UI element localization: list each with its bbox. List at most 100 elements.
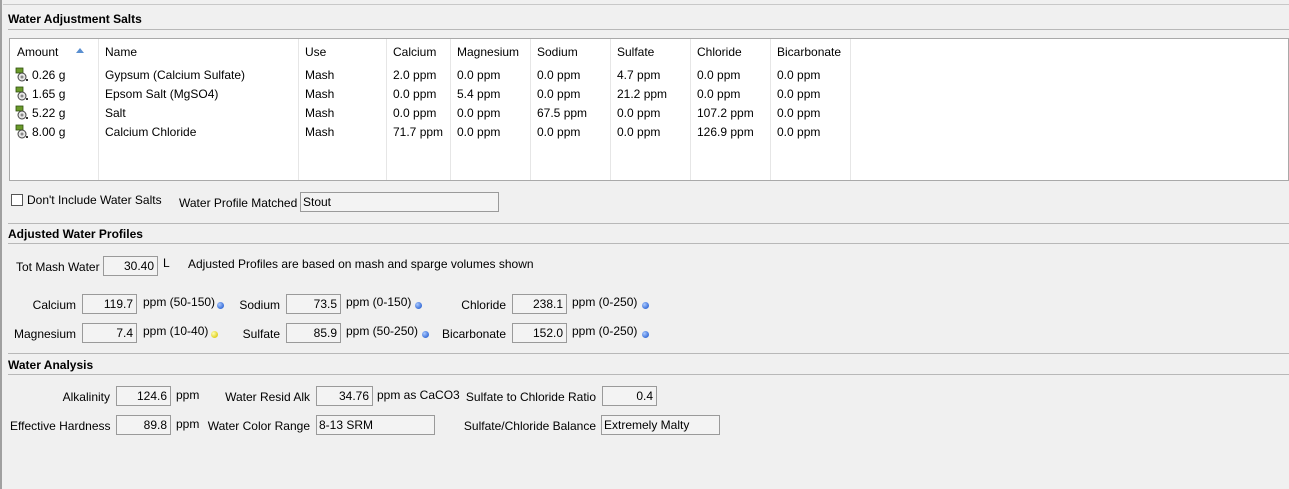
tot-mash-water-field[interactable]: 30.40 bbox=[103, 256, 158, 276]
alkalinity-label: Alkalinity bbox=[62, 390, 110, 404]
magnesium-status-icon bbox=[211, 331, 218, 338]
cell-sulfate: 4.7 ppm bbox=[617, 68, 661, 82]
calcium-field[interactable]: 119.7 bbox=[82, 294, 137, 314]
column-header-use[interactable]: Use bbox=[305, 45, 326, 59]
balance-field[interactable]: Extremely Malty bbox=[601, 415, 720, 435]
section-title-salts: Water Adjustment Salts bbox=[8, 12, 142, 26]
ratio-field[interactable]: 0.4 bbox=[602, 386, 657, 406]
chloride-range: ppm (0-250) bbox=[572, 295, 638, 309]
magnesium-field[interactable]: 7.4 bbox=[82, 323, 137, 343]
tot-mash-water-unit: L bbox=[163, 256, 170, 270]
color-range-label: Water Color Range bbox=[207, 419, 310, 433]
cell-magnesium: 0.0 ppm bbox=[457, 68, 501, 82]
section-title-analysis: Water Analysis bbox=[8, 358, 94, 372]
cell-magnesium: 0.0 ppm bbox=[457, 106, 501, 120]
column-header-chloride[interactable]: Chloride bbox=[697, 45, 742, 59]
cell-sodium: 0.0 ppm bbox=[537, 125, 581, 139]
calcium-range: ppm (50-150) bbox=[143, 295, 216, 309]
hardness-label: Effective Hardness bbox=[10, 419, 111, 433]
bicarbonate-range: ppm (0-250) bbox=[572, 324, 638, 338]
column-header-amount[interactable]: Amount bbox=[17, 45, 58, 59]
column-header-bicarbonate[interactable]: Bicarbonate bbox=[777, 45, 841, 59]
chloride-label: Chloride bbox=[461, 298, 506, 312]
sodium-field[interactable]: 73.5 bbox=[286, 294, 341, 314]
column-header-name[interactable]: Name bbox=[105, 45, 137, 59]
adjusted-profiles-note: Adjusted Profiles are based on mash and … bbox=[188, 257, 534, 271]
cell-bicarbonate: 0.0 ppm bbox=[777, 87, 821, 101]
calcium-status-icon bbox=[217, 302, 224, 309]
profile-matched-label: Water Profile Matched bbox=[179, 196, 298, 210]
profile-matched-field[interactable]: Stout bbox=[300, 192, 499, 212]
cell-amount: 8.00 g bbox=[32, 125, 66, 139]
table-row[interactable]: 8.00 g Calcium Chloride Mash 71.7 ppm 0.… bbox=[10, 123, 1288, 142]
hardness-unit: ppm bbox=[176, 417, 200, 431]
column-header-sodium[interactable]: Sodium bbox=[537, 45, 578, 59]
cell-chloride: 126.9 ppm bbox=[697, 125, 754, 139]
chloride-status-icon bbox=[642, 302, 649, 309]
cell-calcium: 0.0 ppm bbox=[393, 87, 437, 101]
section-title-adjusted: Adjusted Water Profiles bbox=[8, 227, 143, 241]
cell-amount: 5.22 g bbox=[32, 106, 66, 120]
resid-alk-field[interactable]: 34.76 bbox=[316, 386, 373, 406]
section-divider bbox=[8, 243, 1289, 244]
salts-table[interactable]: Amount Name Use Calcium Magnesium Sodium… bbox=[9, 38, 1289, 181]
cell-use: Mash bbox=[305, 68, 335, 82]
cell-sodium: 0.0 ppm bbox=[537, 68, 581, 82]
dont-include-salts-label[interactable]: Don't Include Water Salts bbox=[27, 193, 162, 207]
cell-name: Salt bbox=[105, 106, 126, 120]
sulfate-range: ppm (50-250) bbox=[346, 324, 419, 338]
bicarbonate-field[interactable]: 152.0 bbox=[512, 323, 567, 343]
cell-use: Mash bbox=[305, 125, 335, 139]
table-row[interactable]: 0.26 g Gypsum (Calcium Sulfate) Mash 2.0… bbox=[10, 66, 1288, 85]
section-divider bbox=[8, 223, 1289, 224]
cell-sodium: 67.5 ppm bbox=[537, 106, 588, 120]
bicarbonate-label: Bicarbonate bbox=[441, 327, 506, 341]
top-divider bbox=[3, 4, 1289, 5]
column-header-sulfate[interactable]: Sulfate bbox=[617, 45, 654, 59]
cell-magnesium: 0.0 ppm bbox=[457, 125, 501, 139]
color-range-field[interactable]: 8-13 SRM bbox=[316, 415, 435, 435]
cell-chloride: 0.0 ppm bbox=[697, 87, 741, 101]
magnesium-range: ppm (10-40) bbox=[143, 324, 209, 338]
sulfate-field[interactable]: 85.9 bbox=[286, 323, 341, 343]
sodium-status-icon bbox=[415, 302, 422, 309]
tot-mash-water-label: Tot Mash Water bbox=[16, 260, 100, 274]
cell-name: Calcium Chloride bbox=[105, 125, 197, 139]
cell-amount: 0.26 g bbox=[32, 68, 66, 82]
sodium-label: Sodium bbox=[239, 298, 280, 312]
water-salt-icon bbox=[15, 124, 28, 139]
section-divider bbox=[8, 29, 1289, 30]
hardness-field[interactable]: 89.8 bbox=[116, 415, 171, 435]
column-header-calcium[interactable]: Calcium bbox=[393, 45, 436, 59]
cell-bicarbonate: 0.0 ppm bbox=[777, 125, 821, 139]
sulfate-label: Sulfate bbox=[242, 327, 280, 341]
resid-alk-unit: ppm as CaCO3 bbox=[377, 388, 460, 402]
cell-bicarbonate: 0.0 ppm bbox=[777, 106, 821, 120]
cell-chloride: 107.2 ppm bbox=[697, 106, 754, 120]
balance-label: Sulfate/Chloride Balance bbox=[463, 419, 596, 433]
bicarbonate-status-icon bbox=[642, 331, 649, 338]
cell-amount: 1.65 g bbox=[32, 87, 66, 101]
calcium-label: Calcium bbox=[32, 298, 76, 312]
dont-include-salts-checkbox[interactable] bbox=[11, 194, 23, 206]
cell-calcium: 2.0 ppm bbox=[393, 68, 437, 82]
resid-alk-label: Water Resid Alk bbox=[225, 390, 310, 404]
ratio-label: Sulfate to Chloride Ratio bbox=[465, 390, 596, 404]
sodium-range: ppm (0-150) bbox=[346, 295, 412, 309]
cell-sulfate: 0.0 ppm bbox=[617, 125, 661, 139]
section-divider bbox=[8, 353, 1289, 354]
sort-ascending-icon[interactable] bbox=[76, 48, 84, 53]
table-row[interactable]: 1.65 g Epsom Salt (MgSO4) Mash 0.0 ppm 5… bbox=[10, 85, 1288, 104]
alkalinity-field[interactable]: 124.6 bbox=[116, 386, 171, 406]
cell-name: Gypsum (Calcium Sulfate) bbox=[105, 68, 246, 82]
alkalinity-unit: ppm bbox=[176, 388, 200, 402]
chloride-field[interactable]: 238.1 bbox=[512, 294, 567, 314]
window-left-border bbox=[0, 0, 2, 489]
column-header-magnesium[interactable]: Magnesium bbox=[457, 45, 519, 59]
cell-use: Mash bbox=[305, 106, 335, 120]
water-salt-icon bbox=[15, 105, 28, 120]
cell-calcium: 0.0 ppm bbox=[393, 106, 437, 120]
table-row[interactable]: 5.22 g Salt Mash 0.0 ppm 0.0 ppm 67.5 pp… bbox=[10, 104, 1288, 123]
cell-use: Mash bbox=[305, 87, 335, 101]
cell-chloride: 0.0 ppm bbox=[697, 68, 741, 82]
